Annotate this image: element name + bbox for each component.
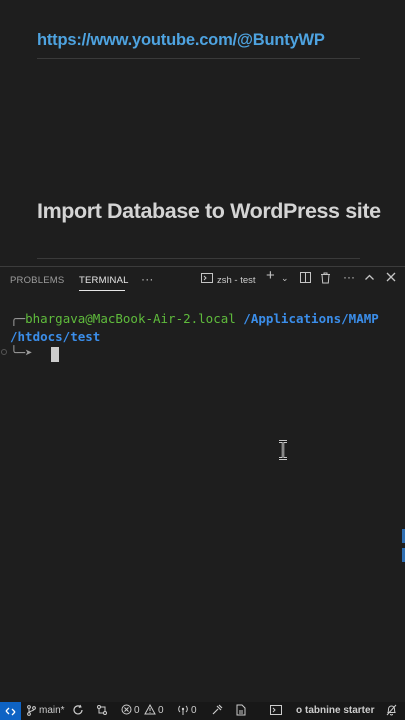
branch-icon — [27, 705, 36, 720]
text-cursor-icon — [277, 440, 289, 460]
divider — [37, 258, 360, 259]
ellipsis-icon[interactable]: ··· — [343, 270, 355, 284]
remote-indicator[interactable] — [0, 702, 21, 720]
tab-terminal[interactable]: TERMINAL — [79, 275, 129, 286]
prompt-arrow: ╰─➤ — [10, 345, 33, 360]
plus-icon[interactable]: + — [266, 268, 275, 283]
current-path-continued: /htdocs/test — [10, 329, 101, 344]
prompt-corner: ╭─ — [10, 311, 26, 326]
sync-icon[interactable] — [72, 704, 84, 720]
warning-count[interactable]: 0 — [158, 705, 164, 717]
current-path: /Applications/MAMP — [235, 311, 379, 326]
prompt-line: ╭─bhargava@MacBook-Air-2.local /Applicat… — [10, 311, 379, 326]
decoration-dot — [1, 349, 7, 355]
tabnine-status[interactable]: tabnine starter — [305, 705, 374, 717]
terminal-icon[interactable] — [270, 704, 282, 720]
branch-name[interactable]: main* — [39, 705, 65, 717]
trash-icon[interactable] — [320, 272, 331, 288]
error-icon — [121, 704, 132, 719]
tools-icon[interactable] — [211, 704, 223, 720]
terminal-output[interactable]: ╭─bhargava@MacBook-Air-2.local /Applicat… — [0, 293, 405, 702]
markdown-preview: https://www.youtube.com/@BuntyWP Import … — [0, 0, 405, 266]
status-bar: main* 0 0 0 o tabnine starter — [0, 702, 405, 720]
chevron-down-icon[interactable]: ⌄ — [281, 271, 289, 285]
chevron-up-icon[interactable] — [364, 272, 375, 287]
error-count[interactable]: 0 — [134, 705, 140, 717]
split-icon[interactable] — [300, 272, 311, 287]
section-heading: Import Database to WordPress site — [37, 199, 381, 223]
file-icon[interactable] — [236, 704, 246, 720]
more-tabs-button[interactable]: ··· — [141, 272, 154, 286]
warning-icon — [144, 703, 156, 719]
close-icon[interactable] — [386, 272, 396, 286]
info-count[interactable]: 0 — [191, 705, 197, 717]
bell-icon[interactable] — [386, 704, 397, 720]
terminal-icon — [201, 272, 213, 288]
diff-icon[interactable] — [96, 704, 108, 720]
tab-problems[interactable]: PROBLEMS — [10, 275, 64, 286]
active-tab-indicator — [79, 290, 125, 291]
panel-header: PROBLEMS TERMINAL ··· zsh - test + ⌄ ··· — [0, 267, 405, 293]
terminal-instance-label[interactable]: zsh - test — [217, 275, 256, 286]
tabnine-icon: o — [296, 705, 303, 716]
terminal-cursor — [51, 347, 59, 362]
radio-tower-icon — [177, 704, 189, 720]
youtube-link[interactable]: https://www.youtube.com/@BuntyWP — [37, 31, 325, 50]
user-host: bhargava@MacBook-Air-2.local — [25, 311, 236, 326]
divider — [37, 58, 360, 59]
